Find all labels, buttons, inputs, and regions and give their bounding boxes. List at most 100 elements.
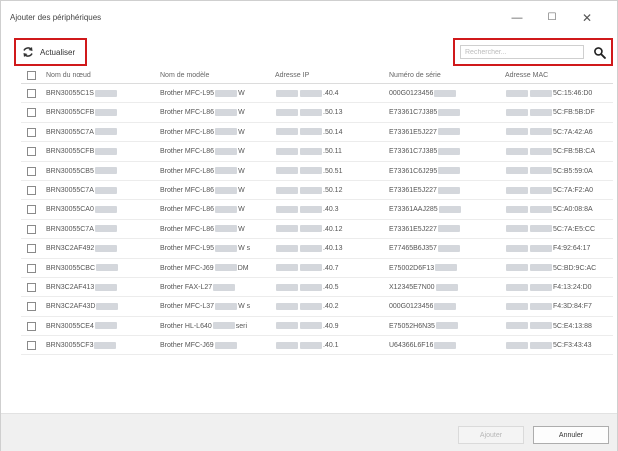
table-row[interactable]: BRN3C2AF43D Brother MFC-L37 W s .40.2 000G01… [21, 297, 613, 317]
cell-node-name: BRN30055CFB [46, 103, 156, 122]
cell-model-name: Brother MFC-L95 W s [160, 239, 272, 258]
model-suffix-text: W [238, 225, 245, 233]
table-row[interactable]: BRN30055CFB Brother MFC-L86 W .50.11 E73361C… [21, 142, 613, 162]
redacted-mark [530, 128, 552, 136]
table-row[interactable]: BRN30055C7A Brother MFC-L86 W .50.12 E73361E… [21, 181, 613, 201]
row-checkbox[interactable] [27, 205, 36, 215]
mac-text: 5C:7A:E5:CC [553, 225, 596, 233]
table-row[interactable]: BRN30055C7A Brother MFC-L86 W .50.14 E73361E… [21, 123, 613, 143]
cell-node-name: BRN30055CB5 [46, 162, 156, 181]
serial-text: E73361C7J385 [389, 148, 438, 156]
redacted-mark [300, 147, 322, 155]
cell-serial-number: E73361C6J295 [389, 162, 501, 181]
model-name-text: Brother MFC-L86 [160, 109, 215, 117]
node-name-text: BRN30055CE4 [46, 322, 94, 330]
redacted-mark [530, 302, 552, 310]
model-suffix-text: W [238, 186, 245, 194]
row-checkbox[interactable] [27, 263, 36, 273]
cell-mac-address: 5C:B5:59:0A [505, 162, 613, 181]
column-header-name[interactable]: Nom du nœud [46, 67, 156, 84]
cell-serial-number: E73361C7J385 [389, 103, 501, 122]
redacted-mark [215, 128, 238, 136]
redacted-mark [506, 264, 528, 272]
mac-text: 5C:FB:5B:DF [553, 109, 595, 117]
add-button[interactable]: Ajouter [458, 426, 524, 444]
model-name-text: Brother MFC-L95 [160, 90, 215, 97]
column-header-mac[interactable]: Adresse MAC [505, 67, 613, 84]
cell-node-name: BRN30055C7A [46, 181, 156, 200]
column-header-ip[interactable]: Adresse IP [275, 67, 385, 84]
search-area [453, 38, 613, 66]
search-icon[interactable] [593, 46, 606, 59]
cell-ip-address: .40.4 [275, 84, 385, 103]
table-row[interactable]: BRN30055CF3 Brother MFC-J69 .40.1 U64366L6F… [21, 336, 613, 356]
refresh-label: Actualiser [40, 47, 76, 57]
select-all-checkbox[interactable] [27, 71, 36, 80]
row-checkbox[interactable] [27, 147, 36, 157]
table-row[interactable]: BRN30055CA0 Brother MFC-L86 W .40.3 E73361AA… [21, 200, 613, 220]
cell-serial-number: U64366L6F16 [389, 336, 501, 355]
redacted-mark [215, 147, 238, 155]
node-name-text: BRN30055C7A [46, 128, 94, 136]
mac-text: 5C:15:46:D0 [553, 90, 593, 97]
table-row[interactable]: BRN30055C1S Brother MFC-L95 W .40.4 000G0123… [21, 84, 613, 104]
cancel-button[interactable]: Annuler [533, 426, 609, 444]
table-row[interactable]: BRN3C2AF413 Brother FAX-L27 .40.5 X12345E7N… [21, 278, 613, 298]
row-checkbox[interactable] [27, 89, 36, 98]
add-devices-dialog: Ajouter des périphériques — ☐ ✕ Actualis… [0, 0, 618, 451]
model-name-text: Brother MFC-J69 [160, 264, 214, 272]
table-row[interactable]: BRN30055C7A Brother MFC-L86 W .40.12 E73361E… [21, 220, 613, 240]
mac-text: 5C:FB:5B:CA [553, 148, 596, 156]
row-checkbox[interactable] [27, 321, 36, 331]
ip-text: .40.5 [323, 283, 339, 291]
row-checkbox[interactable] [27, 341, 36, 351]
table-row[interactable]: BRN30055CB5 Brother MFC-L86 W .50.51 E73361C… [21, 162, 613, 181]
table-row[interactable]: BRN30055CE4 Brother HL-L640 seri .40.9 E7505… [21, 317, 613, 337]
redacted-mark [506, 341, 528, 349]
redacted-mark [276, 109, 298, 117]
row-checkbox[interactable] [27, 302, 36, 312]
row-checkbox[interactable] [27, 282, 36, 292]
cell-node-name: BRN30055C7A [46, 220, 156, 239]
cell-ip-address: .50.14 [275, 123, 385, 142]
search-input[interactable] [460, 45, 584, 59]
maximize-button[interactable]: ☐ [537, 8, 567, 28]
model-suffix-text: W [238, 109, 245, 117]
table-row[interactable]: BRN30055CBC Brother MFC-J69 DM .40.7 E75002D… [21, 259, 613, 278]
serial-text: 000G0123456 [389, 90, 434, 97]
cell-node-name: BRN30055C1S [46, 84, 156, 103]
window-title: Ajouter des périphériques [10, 13, 102, 22]
row-checkbox[interactable] [27, 108, 36, 118]
refresh-button[interactable]: Actualiser [14, 38, 87, 66]
cell-model-name: Brother MFC-L86 W [160, 181, 272, 200]
row-checkbox[interactable] [27, 166, 36, 176]
mac-text: 5C:BD:9C:AC [553, 264, 597, 272]
redacted-mark [530, 89, 552, 97]
close-button[interactable]: ✕ [572, 8, 602, 28]
row-checkbox[interactable] [27, 244, 36, 254]
column-header-model[interactable]: Nom de modèle [160, 67, 272, 84]
column-header-serial[interactable]: Numéro de série [389, 67, 501, 84]
redacted-mark [276, 322, 298, 330]
redacted-mark [94, 206, 117, 213]
table-row[interactable]: BRN3C2AF492 Brother MFC-L95 W s .40.13 E7746… [21, 239, 613, 259]
node-name-text: BRN30055CB5 [46, 167, 94, 175]
minimize-button[interactable]: — [502, 8, 532, 28]
cell-node-name: BRN30055CA0 [46, 200, 156, 219]
cell-model-name: Brother MFC-L95 W [160, 84, 272, 103]
row-checkbox[interactable] [27, 224, 36, 234]
row-checkbox[interactable] [27, 185, 36, 195]
serial-text: X12345E7N00 [389, 283, 435, 291]
table-row[interactable]: BRN30055CFB Brother MFC-L86 W .50.13 E73361C… [21, 103, 613, 123]
refresh-icon [23, 47, 33, 57]
redacted-mark [438, 167, 461, 175]
redacted-mark [530, 264, 552, 272]
serial-text: E75002D6F13 [389, 264, 435, 272]
redacted-mark [506, 302, 528, 310]
model-suffix-text: W [238, 206, 245, 214]
row-checkbox[interactable] [27, 127, 36, 137]
ip-text: .40.12 [323, 225, 343, 233]
cell-mac-address: 5C:A0:08:8A [505, 200, 613, 219]
cell-mac-address: 5C:FB:5B:CA [505, 142, 613, 161]
model-name-text: Brother MFC-L86 [160, 225, 215, 233]
